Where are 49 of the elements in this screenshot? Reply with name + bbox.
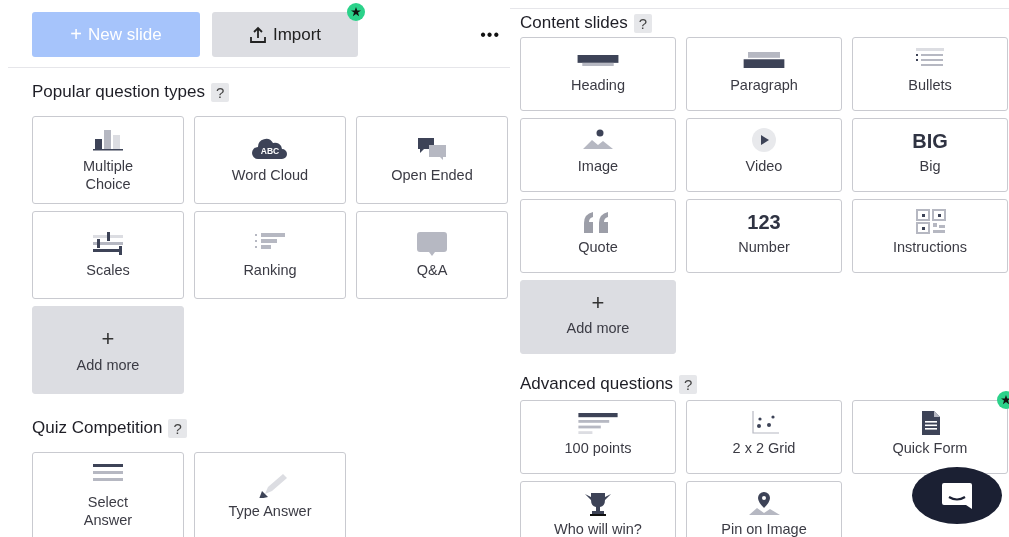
slide-type-tile[interactable]: Select Answer [32, 452, 184, 537]
slide-type-tile[interactable]: Paragraph [686, 37, 842, 111]
slide-type-tile[interactable]: 2 x 2 Grid [686, 400, 842, 474]
slide-type-tile[interactable]: 100 points [520, 400, 676, 474]
heading-icon [577, 54, 619, 66]
slide-type-tile[interactable]: Type Answer [194, 452, 346, 537]
qr-code-icon [913, 209, 947, 235]
help-button[interactable]: ? [210, 82, 230, 102]
help-button[interactable]: ? [168, 418, 187, 438]
slide-type-tile[interactable]: Scales [32, 211, 184, 299]
section-title: Content slides [520, 13, 628, 33]
map-pin-icon [747, 491, 781, 517]
slide-type-tile[interactable]: Q&A [356, 211, 508, 299]
help-button[interactable]: ? [679, 374, 698, 394]
slide-type-tile[interactable]: Bullets [852, 37, 1008, 111]
slide-type-tile[interactable]: Instructions [852, 199, 1008, 273]
chat-icon [940, 480, 974, 511]
add-more-button[interactable]: + Add more [520, 280, 676, 354]
slide-type-tile[interactable]: Open Ended [356, 116, 508, 204]
slide-type-tile[interactable]: ABC Word Cloud [194, 116, 346, 204]
icon-text: 123 [747, 212, 781, 232]
upload-icon [248, 25, 267, 44]
help-button[interactable]: ? [633, 13, 653, 33]
import-button[interactable]: Import [212, 12, 358, 57]
slide-type-tile[interactable]: BIG Big [852, 118, 1008, 192]
section-title: Advanced questions [520, 374, 674, 394]
slide-type-tile[interactable]: Pin on Image [686, 481, 842, 537]
slide-type-tile[interactable]: Heading [520, 37, 676, 111]
slide-type-tile[interactable]: Video [686, 118, 842, 192]
slide-type-tile[interactable]: Ranking [194, 211, 346, 299]
slide-type-tile[interactable]: 123 Number [686, 199, 842, 273]
cloud-icon: ABC [252, 136, 288, 161]
slide-type-tile[interactable]: Quick Form [852, 400, 1008, 474]
plus-icon: + [591, 292, 605, 314]
paragraph-icon [743, 52, 785, 68]
speech-bubbles-icon [415, 135, 449, 162]
slide-type-tile[interactable]: Multiple Choice [32, 116, 184, 204]
icon-text: BIG [912, 131, 948, 151]
speech-bubble-icon [415, 230, 449, 257]
sliders-icon [91, 230, 125, 257]
slide-type-tile[interactable]: Who will win? [520, 481, 676, 537]
slide-type-tile[interactable]: Quote [520, 199, 676, 273]
section-title: Popular question types [32, 82, 205, 102]
more-menu-button[interactable]: ••• [480, 25, 500, 44]
slide-type-tile[interactable]: Image [520, 118, 676, 192]
section-title: Quiz Competition [32, 418, 163, 438]
add-more-button[interactable]: + Add more [32, 306, 184, 394]
descending-bars-icon [578, 412, 618, 434]
plus-icon: + [101, 327, 115, 350]
